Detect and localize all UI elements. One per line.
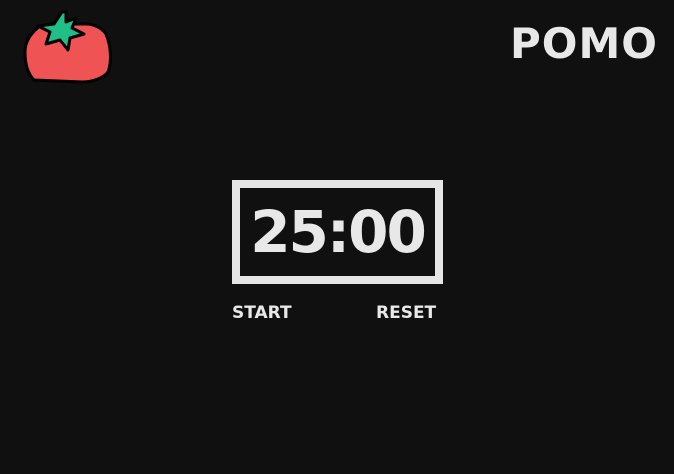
timer-display: 25:00 [250, 198, 427, 266]
tomato-logo [22, 10, 114, 86]
start-button[interactable]: START [232, 302, 292, 324]
reset-button[interactable]: RESET [376, 302, 436, 324]
app-title: POMO [510, 19, 658, 68]
timer-display-frame: 25:00 [232, 180, 443, 284]
tomato-icon [23, 10, 112, 84]
